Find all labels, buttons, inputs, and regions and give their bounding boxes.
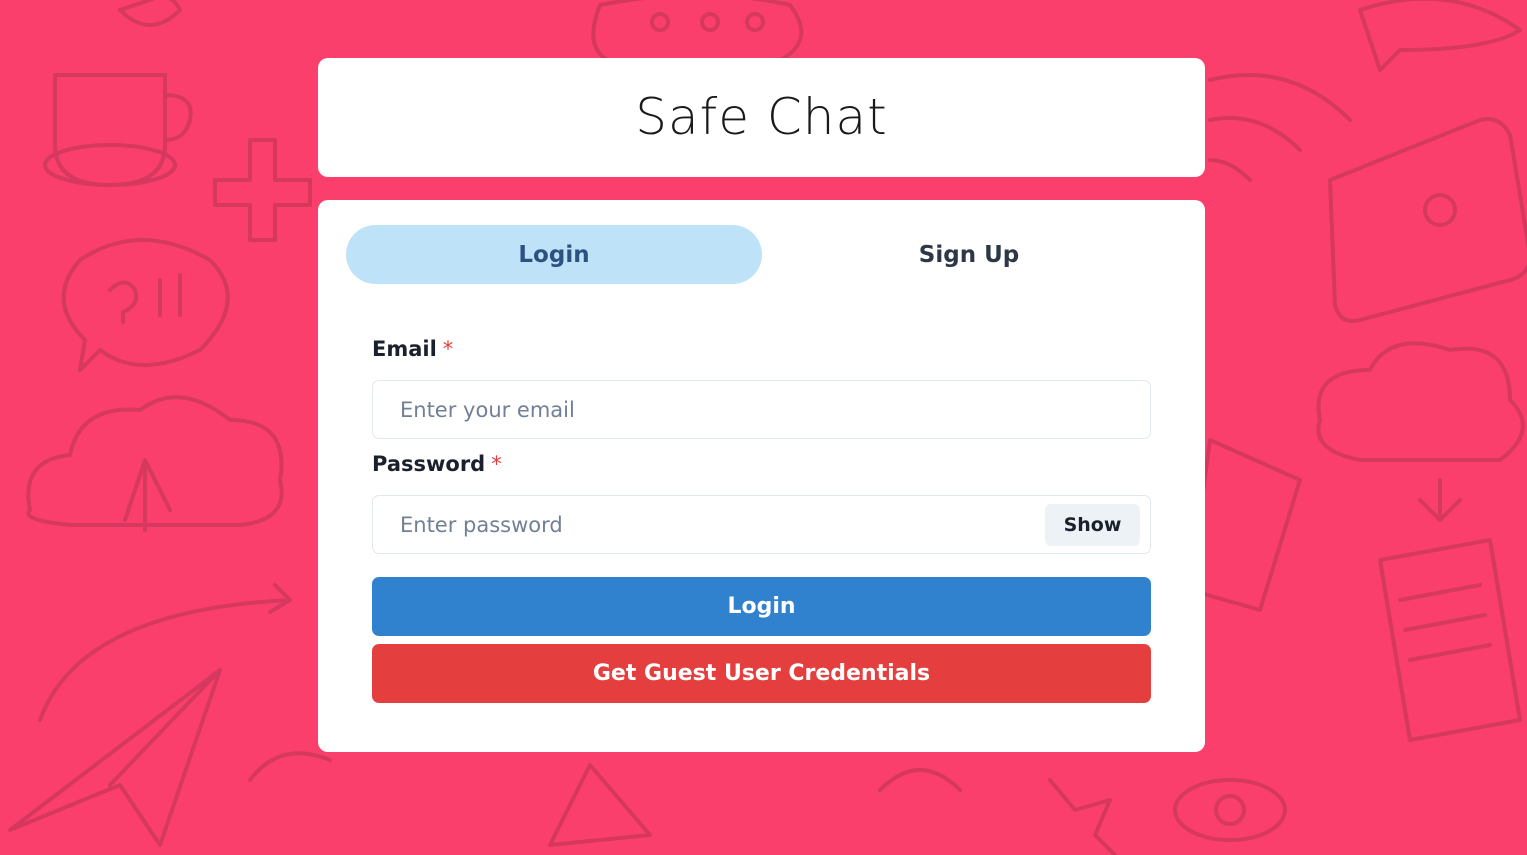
password-label-text: Password xyxy=(372,452,486,476)
email-label: Email * xyxy=(372,337,453,361)
password-field[interactable] xyxy=(373,512,1150,537)
guest-credentials-button[interactable]: Get Guest User Credentials xyxy=(372,644,1151,703)
header-card: Safe Chat xyxy=(318,58,1205,177)
email-required-mark: * xyxy=(442,337,454,361)
tab-signup[interactable]: Sign Up xyxy=(761,225,1177,284)
password-required-mark: * xyxy=(491,452,502,476)
auth-card: Login Sign Up Email* Password* Show Logi… xyxy=(318,200,1205,752)
email-label-text: Email xyxy=(372,337,437,361)
password-field-wrapper: Show xyxy=(372,495,1151,554)
tab-login[interactable]: Login xyxy=(346,225,762,284)
password-label: Password * xyxy=(372,452,502,476)
login-button[interactable]: Login xyxy=(372,577,1151,636)
show-password-button[interactable]: Show xyxy=(1045,504,1140,546)
email-field-wrapper xyxy=(372,380,1151,439)
app-title: Safe Chat xyxy=(635,87,888,146)
email-field[interactable] xyxy=(373,397,1150,422)
